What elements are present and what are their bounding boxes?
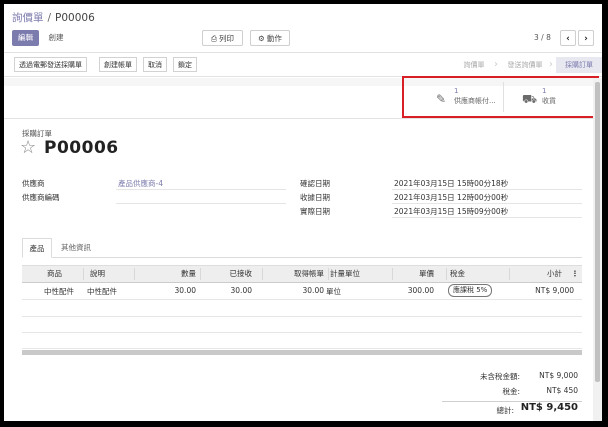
column-separator [328, 268, 329, 280]
column-product[interactable]: 商品 [47, 266, 62, 282]
breadcrumb-separator: / [47, 12, 52, 24]
column-description[interactable]: 說明 [90, 266, 105, 282]
line-subtotal: NT$ 9,000 [535, 286, 574, 295]
table-row-divider [22, 348, 582, 349]
vendor-reference-label: 供應商編碼 [22, 193, 60, 202]
action-button[interactable]: ⚙ 動作 [250, 30, 290, 46]
line-unit-price[interactable]: 300.00 [393, 286, 434, 295]
receipt-date-underline [392, 203, 582, 204]
effective-date-label: 實際日期 [300, 207, 330, 216]
receipts-label: 收貨 [542, 97, 556, 105]
tax-amount-value: NT$ 450 [546, 386, 578, 395]
create-button[interactable]: 創建 [42, 30, 70, 46]
column-received[interactable]: 已接收 [201, 266, 253, 282]
confirmation-date-label: 確認日期 [300, 179, 330, 188]
edit-button[interactable]: 編輯 [12, 30, 39, 46]
tabs-baseline [22, 257, 582, 258]
smart-buttons-highlight: ✎ 1 供應商帳付... ⛟ 1 收貨 [402, 76, 599, 118]
table-row-divider [22, 316, 582, 317]
chevron-right-icon: › [549, 59, 553, 70]
button-box-divider [4, 118, 602, 119]
control-panel-divider [4, 52, 602, 53]
chevron-right-icon: › [584, 34, 588, 44]
receipt-date-label: 收據日期 [300, 193, 330, 202]
status-draft[interactable]: 詢價單 [454, 57, 494, 73]
untaxed-amount-value: NT$ 9,000 [539, 371, 578, 380]
vendor-label: 供應商 [22, 179, 45, 188]
column-separator [83, 268, 84, 280]
lock-button[interactable]: 鎖定 [173, 57, 197, 72]
order-lines-header: 商品 說明 數量 已接收 取得帳單 計量單位 單價 稅金 小計 ⋮ [22, 265, 582, 283]
table-row-divider [22, 299, 582, 300]
column-separator [509, 268, 510, 280]
vertical-scrollbar[interactable] [595, 82, 600, 382]
vendor-reference-underline [116, 203, 286, 204]
column-subtotal[interactable]: 小計 [512, 266, 562, 282]
vendor-field[interactable]: 產品供應商-4 [118, 178, 163, 189]
pager-value: 3 / 8 [534, 33, 551, 42]
smart-button-divider [503, 82, 504, 112]
star-icon[interactable]: ☆ [20, 138, 36, 158]
confirmation-date-underline [392, 189, 582, 190]
action-label: 動作 [266, 34, 282, 43]
line-billed[interactable]: 30.00 [263, 286, 324, 295]
pager-next-button[interactable]: › [578, 30, 594, 46]
status-bar: 詢價單 › 發送詢價單 › 採購訂單 [452, 57, 602, 73]
tab-products[interactable]: 產品 [22, 238, 52, 258]
line-description[interactable]: 中性配件 [87, 286, 117, 297]
column-taxes[interactable]: 稅金 [450, 266, 465, 282]
effective-date-underline [392, 217, 582, 218]
confirmation-date-field[interactable]: 2021年03月15日 15時00分18秒 [394, 178, 508, 189]
create-bill-button[interactable]: 創建帳單 [99, 57, 137, 72]
tab-other-info[interactable]: 其他資訊 [56, 238, 96, 258]
chevron-right-icon: › [494, 59, 498, 70]
pager-prev-button[interactable]: ‹ [560, 30, 576, 46]
line-product[interactable]: 中性配件 [44, 286, 74, 297]
untaxed-amount-label: 未含稅金額: [479, 372, 520, 381]
vendor-bills-smart-button[interactable]: ✎ 1 供應商帳付... [434, 87, 504, 111]
breadcrumb-parent-link[interactable]: 詢價單 [12, 12, 44, 24]
send-po-email-button[interactable]: 透過電郵發送採購單 [14, 57, 87, 72]
status-purchase-order[interactable]: 採購訂單 [556, 57, 602, 73]
receipts-count: 1 [542, 87, 547, 95]
print-icon: ⎙ [211, 34, 217, 43]
column-billed[interactable]: 取得帳單 [263, 266, 324, 282]
horizontal-scrollbar[interactable] [22, 350, 582, 355]
breadcrumb-current: P00006 [55, 12, 95, 24]
receipt-date-field[interactable]: 2021年03月15日 12時00分00秒 [394, 192, 508, 203]
line-quantity[interactable]: 30.00 [135, 286, 196, 295]
column-unit-price[interactable]: 單價 [393, 266, 434, 282]
gear-icon: ⚙ [258, 34, 265, 43]
truck-icon: ⛟ [522, 92, 538, 106]
receipts-smart-button[interactable]: ⛟ 1 收貨 [522, 87, 592, 111]
chevron-left-icon: ‹ [566, 34, 570, 44]
column-separator [446, 268, 447, 280]
print-button[interactable]: ⎙ 列印 [202, 30, 243, 46]
effective-date-field[interactable]: 2021年03月15日 15時09分00秒 [394, 206, 508, 217]
column-options-icon[interactable]: ⋮ [571, 266, 579, 282]
grand-total-label: 總計: [496, 406, 514, 415]
column-unit-of-measure[interactable]: 計量單位 [330, 266, 360, 282]
status-sent[interactable]: 發送詢價單 [501, 57, 549, 73]
column-quantity[interactable]: 數量 [135, 266, 196, 282]
line-unit-of-measure[interactable]: 單位 [326, 286, 341, 297]
page-title: P00006 [44, 138, 119, 158]
vendor-bills-count: 1 [454, 87, 459, 95]
edit-bill-icon: ✎ [435, 92, 447, 106]
tax-amount-label: 稅金: [502, 387, 520, 396]
cancel-button[interactable]: 取消 [143, 57, 167, 72]
print-label: 列印 [219, 34, 234, 43]
table-row-divider [22, 332, 582, 333]
tax-badge[interactable]: 應課稅 5% [448, 284, 493, 297]
grand-total-value: NT$ 9,450 [520, 402, 578, 413]
vendor-bills-label: 供應商帳付... [454, 97, 496, 105]
line-received[interactable]: 30.00 [201, 286, 252, 295]
breadcrumb: 詢價單 / P00006 [12, 10, 95, 25]
app-window: 詢價單 / P00006 編輯 創建 ⎙ 列印 ⚙ 動作 3 / 8 ‹ › 透過電郵發… [4, 4, 602, 421]
vendor-field-underline [116, 189, 286, 190]
